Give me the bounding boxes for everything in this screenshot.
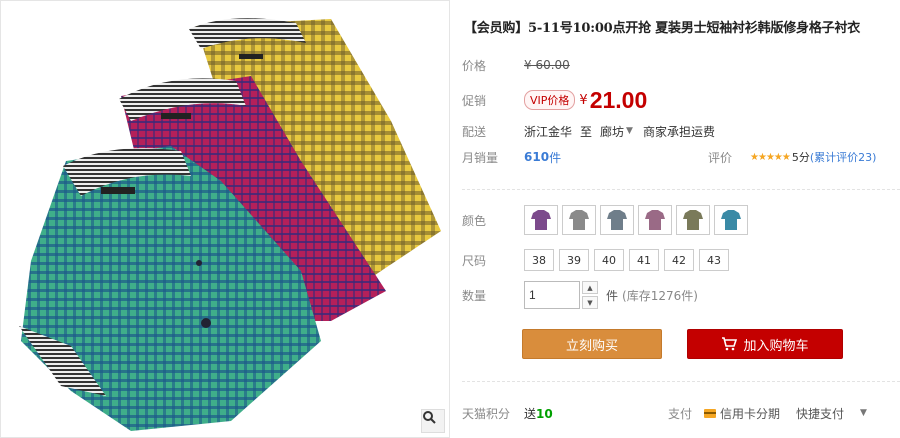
size-option[interactable]: 40 — [594, 249, 624, 271]
color-swatch-gray[interactable] — [562, 205, 596, 235]
product-photo-shirts — [19, 18, 441, 431]
ship-separator: 至 — [580, 124, 593, 139]
shirt-thumbnail-icon — [645, 210, 665, 230]
payment-options: 支付 信用卡分期 快捷支付 ▼ — [668, 405, 867, 422]
currency-symbol: ¥ — [579, 92, 588, 108]
rating-label: 评价 — [708, 150, 733, 165]
color-row: 颜色 — [462, 204, 900, 236]
magnifier-icon — [423, 411, 436, 424]
size-option[interactable]: 38 — [524, 249, 554, 271]
promo-label: 促销 — [462, 93, 487, 108]
sales-count: 610 — [524, 150, 550, 164]
color-swatch-teal[interactable] — [714, 205, 748, 235]
shipping-label: 配送 — [462, 124, 487, 139]
ship-from: 浙江金华 — [524, 124, 573, 139]
promo-row: 促销 VIP价格 ¥ 21.00 — [462, 86, 900, 114]
color-swatch-purple[interactable] — [524, 205, 558, 235]
payment-label: 支付 — [668, 406, 693, 421]
shipping-fee: 商家承担运费 — [642, 124, 715, 139]
shirt-thumbnail-icon — [607, 210, 627, 230]
shirt-thumbnail-icon — [531, 210, 551, 230]
shirt-thumbnail-icon — [683, 210, 703, 230]
product-info-panel: 【会员购】5-11号10:00点开抢 夏装男士短袖衬衫韩版修身格子衬衣 价格 ¥… — [462, 0, 900, 438]
product-image[interactable] — [0, 0, 450, 438]
increment-button[interactable]: ▲ — [582, 281, 598, 294]
quantity-input[interactable] — [524, 281, 580, 309]
star-rating-icon: ★★★★★ — [750, 151, 791, 163]
divider — [462, 381, 900, 382]
original-price: ¥ 60.00 — [524, 58, 570, 72]
rating-block: 评价 ★★★★★ 5分 (累计评价23) — [708, 149, 876, 166]
price-row: 价格 ¥ 60.00 — [462, 54, 900, 76]
rating-score: 5分 — [791, 151, 810, 164]
quantity-unit: 件 — [606, 288, 619, 303]
chevron-down-icon[interactable]: ▼ — [626, 126, 633, 136]
size-label: 尺码 — [462, 253, 487, 268]
size-option[interactable]: 39 — [559, 249, 589, 271]
quantity-label: 数量 — [462, 288, 487, 303]
size-row: 尺码 38 39 40 41 42 43 — [462, 249, 900, 271]
sales-row: 月销量 610 件 评价 ★★★★★ 5分 (累计评价23) — [462, 146, 900, 168]
points-amount: 10 — [536, 406, 553, 421]
size-option[interactable]: 41 — [629, 249, 659, 271]
promo-price: 21.00 — [589, 86, 648, 113]
points-label: 天猫积分 — [462, 406, 511, 421]
points-value: 送10 — [524, 405, 553, 422]
ship-to-select[interactable]: 廊坊 — [600, 123, 624, 140]
points-prefix: 送 — [524, 406, 537, 421]
product-title: 【会员购】5-11号10:00点开抢 夏装男士短袖衬衫韩版修身格子衬衣 — [464, 21, 861, 36]
size-option[interactable]: 42 — [664, 249, 694, 271]
zoom-button[interactable] — [421, 409, 445, 433]
credit-card-icon — [704, 408, 717, 418]
add-to-cart-label: 加入购物车 — [743, 338, 809, 354]
quantity-row: 数量 ▲ ▼ 件 (库存1276件) — [462, 280, 900, 310]
color-swatch-mauve[interactable] — [638, 205, 672, 235]
review-count-link[interactable]: (累计评价23) — [810, 149, 877, 165]
chevron-down-icon[interactable]: ▼ — [860, 408, 867, 418]
add-to-cart-button[interactable]: 加入购物车 — [687, 329, 843, 359]
quantity-stepper: ▲ ▼ — [582, 281, 598, 309]
sales-unit: 件 — [549, 150, 562, 165]
stock-count: (库存1276件) — [622, 288, 698, 303]
express-payment[interactable]: 快捷支付 — [796, 405, 844, 422]
divider — [462, 189, 900, 190]
decrement-button[interactable]: ▼ — [582, 296, 598, 309]
credit-card-installment[interactable]: 信用卡分期 — [720, 405, 780, 422]
sales-label: 月销量 — [462, 150, 499, 165]
price-label: 价格 — [462, 58, 487, 73]
color-label: 颜色 — [462, 213, 487, 228]
shirt-thumbnail-icon — [569, 210, 589, 230]
size-options: 38 39 40 41 42 43 — [524, 249, 729, 271]
buy-now-button[interactable]: 立刻购买 — [522, 329, 662, 359]
vip-price-badge: VIP价格 — [524, 90, 576, 110]
color-swatches — [524, 205, 748, 235]
footer-row: 天猫积分 送10 支付 信用卡分期 快捷支付 ▼ — [462, 403, 900, 423]
shipping-row: 配送 浙江金华 至 廊坊 ▼ 商家承担运费 — [462, 120, 900, 142]
shirt-thumbnail-icon — [721, 210, 741, 230]
size-option[interactable]: 43 — [699, 249, 729, 271]
cart-icon — [722, 337, 738, 351]
color-swatch-olive[interactable] — [676, 205, 710, 235]
color-swatch-slate[interactable] — [600, 205, 634, 235]
